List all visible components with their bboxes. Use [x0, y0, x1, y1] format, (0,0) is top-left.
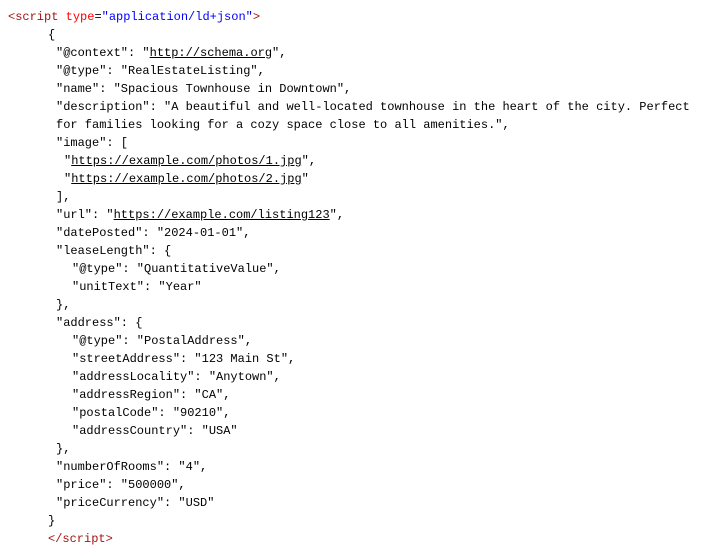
code-block: <script type="application/ld+json">{"@co…: [8, 8, 706, 548]
code-line: {: [8, 26, 706, 44]
code-line: "https://example.com/photos/2.jpg": [8, 170, 706, 188]
code-line: "@type": "PostalAddress",: [8, 332, 706, 350]
code-line: "@type": "RealEstateListing",: [8, 62, 706, 80]
code-line: }: [8, 512, 706, 530]
code-line: "streetAddress": "123 Main St",: [8, 350, 706, 368]
code-line: "https://example.com/photos/1.jpg",: [8, 152, 706, 170]
code-line: "price": "500000",: [8, 476, 706, 494]
code-line: "leaseLength": {: [8, 242, 706, 260]
code-line: "name": "Spacious Townhouse in Downtown"…: [8, 80, 706, 98]
code-line: "addressLocality": "Anytown",: [8, 368, 706, 386]
code-line: "url": "https://example.com/listing123",: [8, 206, 706, 224]
url-link: http://schema.org: [150, 46, 272, 60]
code-line: "datePosted": "2024-01-01",: [8, 224, 706, 242]
code-line: "priceCurrency": "USD": [8, 494, 706, 512]
code-line: ],: [8, 188, 706, 206]
code-line: "addressRegion": "CA",: [8, 386, 706, 404]
url-link: https://example.com/photos/1.jpg: [71, 154, 301, 168]
url-link: https://example.com/photos/2.jpg: [71, 172, 301, 186]
code-line: for families looking for a cozy space cl…: [8, 116, 706, 134]
code-line: "@context": "http://schema.org",: [8, 44, 706, 62]
code-line: "addressCountry": "USA": [8, 422, 706, 440]
code-line: },: [8, 296, 706, 314]
code-line: "@type": "QuantitativeValue",: [8, 260, 706, 278]
code-line: "numberOfRooms": "4",: [8, 458, 706, 476]
code-line: "address": {: [8, 314, 706, 332]
code-line: <script type="application/ld+json">: [8, 8, 706, 26]
code-line: "postalCode": "90210",: [8, 404, 706, 422]
code-line: "unitText": "Year": [8, 278, 706, 296]
code-line: },: [8, 440, 706, 458]
code-line: "image": [: [8, 134, 706, 152]
url-link: https://example.com/listing123: [114, 208, 330, 222]
code-line: </script>: [8, 530, 706, 548]
code-line: "description": "A beautiful and well-loc…: [8, 98, 706, 116]
